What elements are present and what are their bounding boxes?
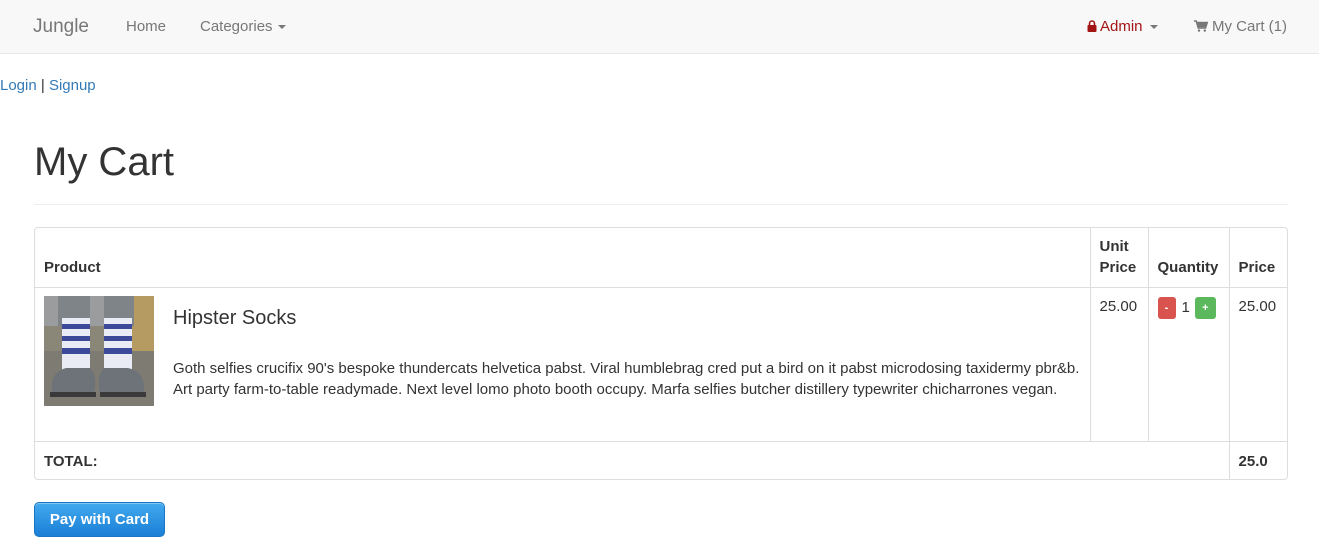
nav-cart-label: My Cart (1) (1212, 18, 1287, 35)
login-link[interactable]: Login (0, 77, 37, 94)
product-name: Hipster Socks (173, 307, 297, 329)
header-unit-price: Unit Price (1089, 228, 1149, 288)
nav-categories-label: Categories (200, 18, 273, 35)
auth-links: Login | Signup (0, 76, 96, 96)
product-image[interactable] (44, 296, 154, 406)
page-title: My Cart (34, 140, 174, 184)
cart-table-panel: Product Unit Price Quantity Price Hipste… (34, 227, 1288, 480)
total-row: TOTAL: 25.0 (35, 441, 1287, 479)
product-details-cell: Hipster Socks Goth selfies crucifix 90's… (164, 287, 1091, 442)
page-header-divider (34, 204, 1288, 205)
brand-link[interactable]: Jungle (33, 15, 89, 39)
nav-home-link[interactable]: Home (126, 17, 166, 37)
header-quantity: Quantity (1147, 228, 1230, 288)
decrement-quantity-button[interactable]: - (1157, 297, 1176, 319)
quantity-cell: - 1 + (1147, 287, 1230, 442)
product-description: Goth selfies crucifix 90's bespoke thund… (173, 360, 1080, 398)
increment-quantity-button[interactable]: + (1194, 297, 1216, 319)
header-unit-price-line1: Unit (1099, 238, 1129, 255)
auth-separator: | (36, 77, 49, 94)
lock-icon (1087, 18, 1097, 38)
table-row: Hipster Socks Goth selfies crucifix 90's… (35, 287, 1287, 442)
caret-down-icon (277, 25, 286, 30)
price-cell: 25.00 (1228, 287, 1287, 442)
pay-with-card-button[interactable]: Pay with Card (34, 502, 165, 537)
shopping-cart-icon (1194, 18, 1209, 38)
top-navbar: Jungle Home Categories Admin My Cart (1) (0, 0, 1319, 54)
nav-home-label: Home (126, 18, 167, 35)
table-header-row: Product Unit Price Quantity Price (35, 228, 1287, 288)
header-price: Price (1228, 228, 1287, 288)
unit-price-cell: 25.00 (1089, 287, 1149, 442)
nav-categories-dropdown[interactable]: Categories (200, 17, 286, 37)
nav-admin-dropdown[interactable]: Admin (1087, 17, 1158, 38)
nav-cart-link[interactable]: My Cart (1) (1194, 17, 1287, 38)
header-product: Product (35, 228, 1091, 288)
total-label: TOTAL: (44, 453, 98, 470)
quantity-stepper: - 1 + (1157, 296, 1220, 319)
quantity-value: 1 (1181, 299, 1190, 316)
header-unit-price-line2: Price (1099, 259, 1137, 276)
total-value: 25.0 (1228, 441, 1287, 479)
product-image-cell (35, 287, 164, 442)
cart-table: Product Unit Price Quantity Price Hipste… (35, 228, 1287, 479)
nav-admin-label: Admin (1100, 18, 1143, 35)
caret-down-icon (1149, 25, 1158, 30)
signup-link[interactable]: Signup (49, 77, 96, 94)
